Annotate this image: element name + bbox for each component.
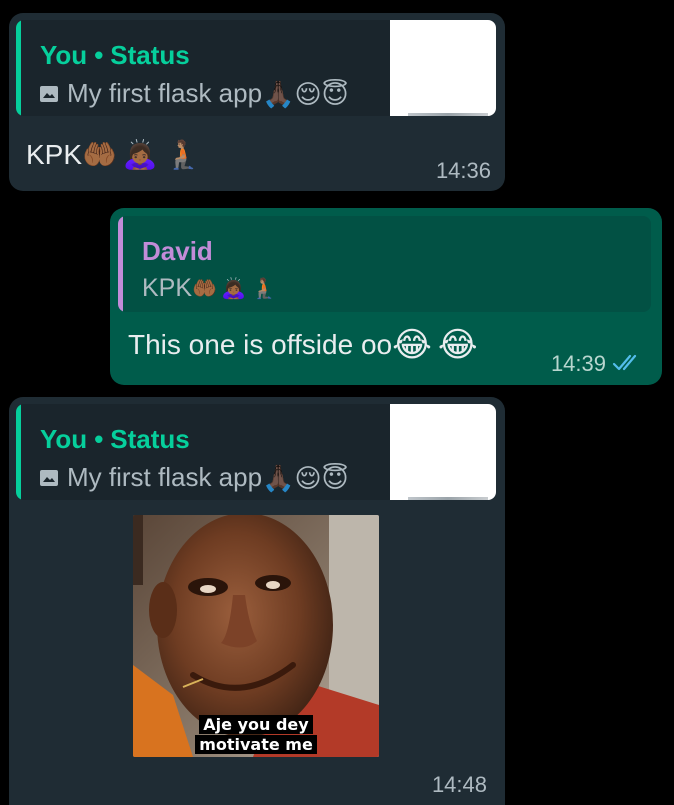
status-thumbnail (390, 20, 496, 116)
bowing-person-emoji: 🙇🏾‍♀️ (220, 277, 246, 300)
message-time: 14:39 (550, 351, 606, 376)
quoted-status-reply[interactable]: You • Status My first flask app 🙏🏿 😌 😇 (16, 404, 496, 500)
image-icon (40, 469, 58, 486)
relieved-face-emoji: 😌 (294, 462, 322, 493)
message-time: 14:48 (431, 772, 487, 797)
quote-author: David (142, 236, 213, 266)
bowing-person-emoji: 🙇🏾‍♀️ (122, 139, 158, 170)
folded-hands-emoji: 🙏🏿 (262, 462, 295, 493)
message-bubble-outgoing[interactable]: David KPK 🤲🏾 🙇🏾‍♀️ 🧎🏽 This one is offsid… (110, 208, 662, 385)
folded-hands-emoji: 🙏🏿 (262, 78, 295, 109)
quote-author: You • Status (40, 40, 190, 70)
quote-accent-bar (16, 404, 21, 500)
quoted-message[interactable]: David KPK 🤲🏾 🙇🏾‍♀️ 🧎🏽 (118, 216, 651, 312)
quote-accent-bar (118, 216, 123, 312)
quoted-status-reply[interactable]: You • Status My first flask app 🙏🏿 😌 😇 (16, 20, 496, 116)
relieved-face-emoji: 😌 (294, 78, 322, 109)
quote-text: My first flask app 🙏🏿 😌 😇 (40, 462, 349, 493)
meme-sticker-image[interactable]: Aje you dey motivate me (133, 515, 379, 757)
quote-text: My first flask app 🙏🏿 😌 😇 (40, 78, 349, 109)
kneeling-person-emoji: 🧎🏽 (251, 277, 277, 300)
sticker-caption: Aje you dey motivate me (133, 715, 379, 755)
palms-up-emoji: 🤲🏾 (192, 277, 217, 300)
status-thumbnail (390, 404, 496, 500)
tears-of-joy-emoji: 😂 (392, 326, 432, 364)
image-icon (40, 85, 58, 102)
message-text: KPK 🤲🏾 🙇🏾‍♀️ 🧎🏽 (26, 139, 201, 170)
halo-face-emoji: 😇 (321, 78, 349, 109)
double-check-read-icon (612, 354, 637, 371)
message-text: This one is offside oo 😂 😂 (128, 326, 478, 364)
tears-of-joy-emoji: 😂 (437, 326, 478, 364)
message-bubble-incoming[interactable]: You • Status My first flask app 🙏🏿 😌 😇 KPK… (9, 13, 505, 191)
palms-up-emoji: 🤲🏾 (82, 139, 117, 170)
quote-text: KPK 🤲🏾 🙇🏾‍♀️ 🧎🏽 (142, 274, 277, 302)
quote-author: You • Status (40, 424, 190, 454)
halo-face-emoji: 😇 (321, 462, 349, 493)
kneeling-person-emoji: 🧎🏽 (165, 139, 201, 170)
message-time: 14:36 (435, 158, 491, 183)
message-bubble-incoming[interactable]: You • Status My first flask app 🙏🏿 😌 😇 A… (9, 397, 505, 805)
quote-accent-bar (16, 20, 21, 116)
